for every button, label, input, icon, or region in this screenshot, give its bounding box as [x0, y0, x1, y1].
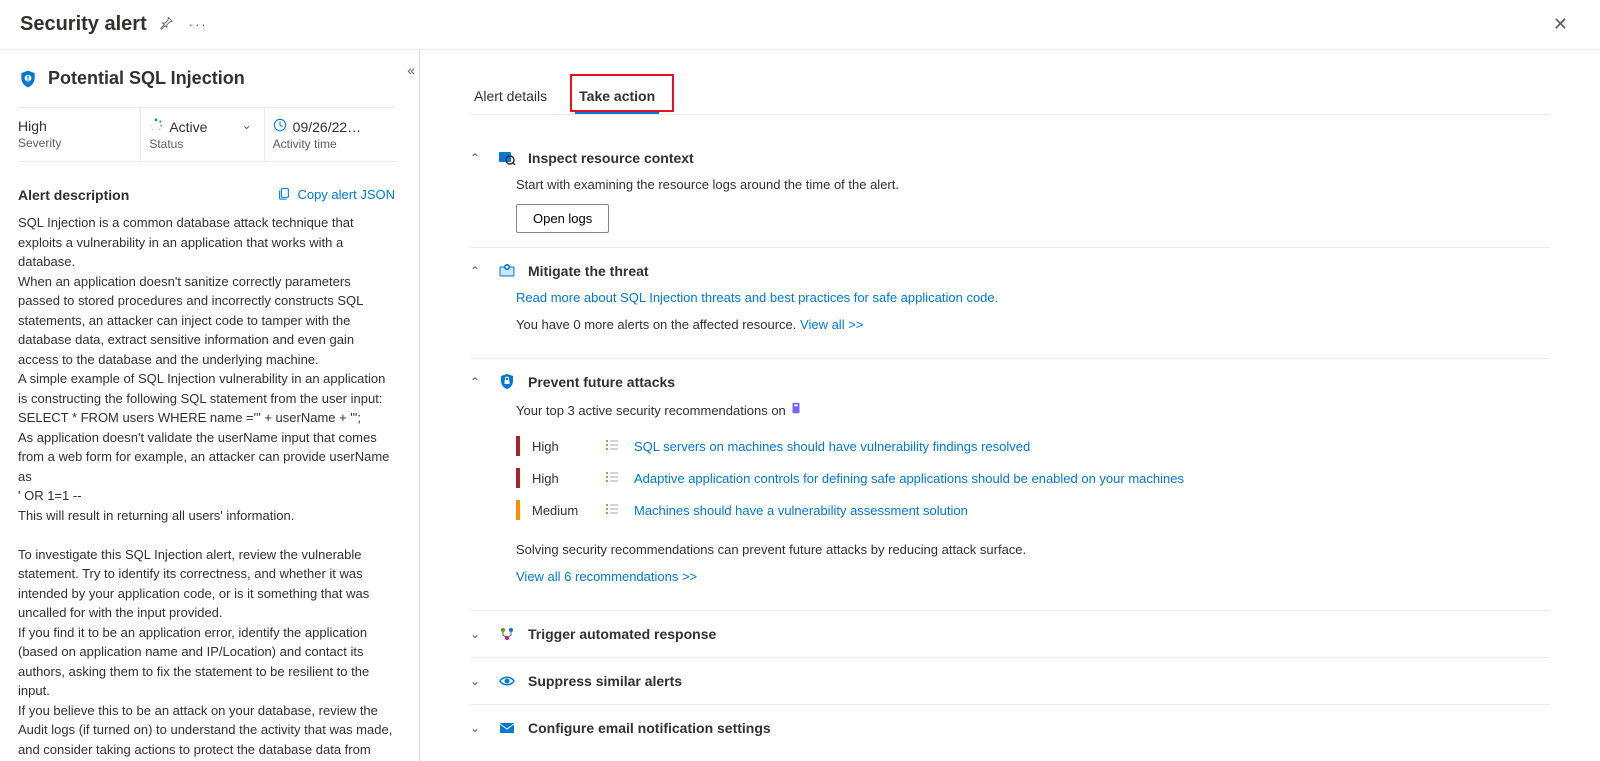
mitigate-read-more-link[interactable]: Read more about SQL Injection threats an… — [516, 290, 998, 305]
section-inspect-title: Inspect resource context — [528, 150, 694, 166]
alert-meta-row: High Severity Active Status ⌄ — [18, 107, 395, 162]
prevent-footer-text: Solving security recommendations can pre… — [516, 542, 1550, 557]
severity-cell: High Severity — [18, 108, 141, 161]
section-inspect: ⌃ Inspect resource context Start with ex… — [470, 135, 1550, 248]
header-bar: Security alert ··· ✕ — [0, 0, 1600, 50]
tab-alert-details[interactable]: Alert details — [470, 80, 551, 114]
recommendation-row: High SQL servers on machines should have … — [516, 430, 1550, 462]
checklist-icon — [604, 469, 622, 488]
chevron-up-icon: ⌃ — [470, 375, 486, 389]
resource-icon — [789, 403, 803, 418]
status-value: Active — [169, 119, 207, 135]
severity-label: High — [532, 471, 592, 486]
checklist-icon — [604, 437, 622, 456]
description-heading: Alert description — [18, 187, 129, 203]
severity-label: Severity — [18, 136, 136, 150]
mitigate-more-alerts-text: You have 0 more alerts on the affected r… — [516, 317, 800, 332]
inspect-text: Start with examining the resource logs a… — [516, 177, 1550, 192]
mitigate-view-all-link[interactable]: View all >> — [800, 317, 863, 332]
recommendation-row: Medium Machines should have a vulnerabili… — [516, 494, 1550, 526]
prevent-intro-text: Your top 3 active security recommendatio… — [516, 403, 789, 418]
clock-icon — [273, 118, 287, 135]
section-prevent-header[interactable]: ⌃ Prevent future attacks — [470, 373, 1550, 391]
section-trigger-header[interactable]: ⌄ Trigger automated response — [470, 625, 1550, 643]
prevent-shield-icon — [498, 373, 516, 391]
collapse-panel-icon[interactable]: « — [407, 62, 415, 78]
chevron-down-icon[interactable]: ⌄ — [242, 118, 252, 132]
severity-label: High — [532, 439, 592, 454]
section-mitigate-header[interactable]: ⌃ Mitigate the threat — [470, 262, 1550, 280]
severity-label: Medium — [532, 503, 592, 518]
section-configure: ⌄ Configure email notification settings — [470, 705, 1550, 751]
pin-icon[interactable] — [159, 16, 173, 33]
chevron-down-icon: ⌄ — [470, 627, 486, 641]
left-panel: « Potential SQL Injection High Severity — [0, 50, 420, 761]
chevron-up-icon: ⌃ — [470, 151, 486, 165]
suppress-icon — [498, 672, 516, 690]
chevron-up-icon: ⌃ — [470, 264, 486, 278]
status-cell[interactable]: Active Status ⌄ — [141, 108, 264, 161]
status-spinner-icon — [149, 118, 163, 135]
alert-description-body: SQL Injection is a common database attac… — [18, 213, 395, 761]
close-icon[interactable]: ✕ — [1541, 10, 1580, 39]
chevron-down-icon: ⌄ — [470, 674, 486, 688]
recommendation-link[interactable]: SQL servers on machines should have vuln… — [634, 439, 1030, 454]
recommendation-row: High Adaptive application controls for de… — [516, 462, 1550, 494]
activity-label: Activity time — [273, 137, 391, 151]
section-inspect-header[interactable]: ⌃ Inspect resource context — [470, 149, 1550, 167]
email-icon — [498, 719, 516, 737]
open-logs-button[interactable]: Open logs — [516, 204, 609, 233]
more-icon[interactable]: ··· — [189, 17, 208, 32]
section-trigger: ⌄ Trigger automated response — [470, 611, 1550, 658]
section-configure-header[interactable]: ⌄ Configure email notification settings — [470, 719, 1550, 737]
activity-value: 09/26/22… — [293, 119, 362, 135]
inspect-icon — [498, 149, 516, 167]
alert-title: Potential SQL Injection — [48, 68, 245, 89]
section-configure-title: Configure email notification settings — [528, 720, 771, 736]
activity-cell: 09/26/22… Activity time — [265, 108, 395, 161]
severity-value: High — [18, 118, 136, 134]
section-prevent-title: Prevent future attacks — [528, 374, 675, 390]
severity-bar — [516, 468, 520, 488]
tabs: Alert details Take action — [470, 80, 1550, 115]
section-prevent: ⌃ Prevent future attacks Your top 3 acti… — [470, 359, 1550, 611]
prevent-view-all-link[interactable]: View all 6 recommendations >> — [516, 569, 697, 584]
header-actions: ··· — [159, 16, 208, 33]
recommendation-link[interactable]: Machines should have a vulnerability ass… — [634, 503, 968, 518]
tab-take-action[interactable]: Take action — [575, 80, 659, 114]
severity-bar — [516, 500, 520, 520]
right-panel: Alert details Take action ⌃ Inspect reso… — [420, 50, 1600, 761]
recommendation-link[interactable]: Adaptive application controls for defini… — [634, 471, 1184, 486]
section-suppress: ⌄ Suppress similar alerts — [470, 658, 1550, 705]
section-suppress-header[interactable]: ⌄ Suppress similar alerts — [470, 672, 1550, 690]
status-label: Status — [149, 137, 241, 151]
checklist-icon — [604, 501, 622, 520]
page-title: Security alert — [20, 13, 147, 36]
shield-icon — [18, 69, 38, 89]
section-trigger-title: Trigger automated response — [528, 626, 716, 642]
mitigate-icon — [498, 262, 516, 280]
automation-icon — [498, 625, 516, 643]
section-mitigate-title: Mitigate the threat — [528, 263, 649, 279]
section-suppress-title: Suppress similar alerts — [528, 673, 682, 689]
copy-alert-json-link[interactable]: Copy alert JSON — [277, 186, 395, 203]
severity-bar — [516, 436, 520, 456]
section-mitigate: ⌃ Mitigate the threat Read more about SQ… — [470, 248, 1550, 359]
copy-icon — [277, 186, 291, 203]
chevron-down-icon: ⌄ — [470, 721, 486, 735]
